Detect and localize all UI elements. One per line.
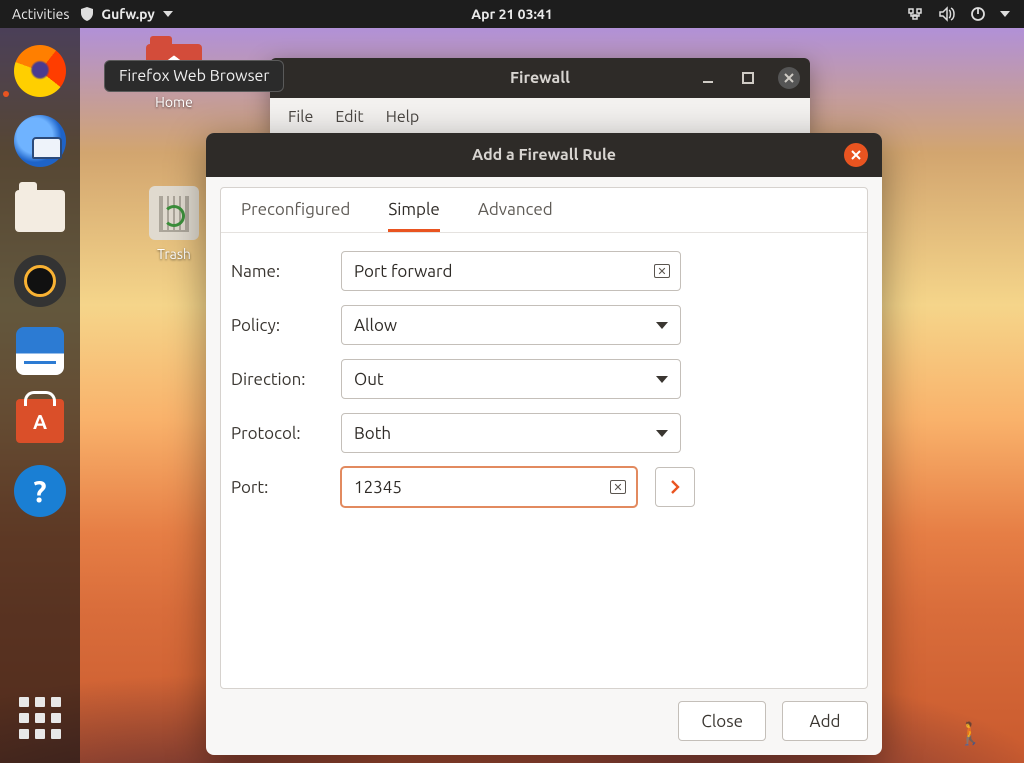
name-input[interactable]: Port forward ✕ [341, 251, 681, 291]
close-button[interactable]: Close [678, 701, 766, 741]
close-button[interactable] [778, 67, 800, 89]
caret-down-icon [163, 11, 173, 17]
shopping-bag-icon [16, 399, 64, 443]
dialog-title: Add a Firewall Rule [472, 146, 616, 164]
dock-firefox[interactable] [13, 44, 67, 98]
direction-select[interactable]: Out [341, 359, 681, 399]
label-policy: Policy: [231, 316, 323, 335]
show-applications[interactable] [13, 691, 67, 745]
tab-preconfigured[interactable]: Preconfigured [241, 200, 350, 232]
activities-button[interactable]: Activities [12, 6, 69, 22]
desktop-home-label: Home [134, 94, 214, 110]
minimize-button[interactable] [698, 68, 718, 88]
desktop-trash[interactable]: Trash [134, 186, 214, 262]
caret-down-icon [656, 376, 668, 383]
tabs: Preconfigured Simple Advanced [221, 188, 867, 233]
port-input-value: 12345 [354, 478, 402, 497]
label-protocol: Protocol: [231, 424, 323, 443]
protocol-value: Both [354, 424, 391, 443]
folder-icon [15, 190, 65, 232]
policy-value: Allow [354, 316, 397, 335]
volume-icon[interactable] [938, 6, 956, 22]
network-icon[interactable] [906, 6, 924, 22]
direction-value: Out [354, 370, 384, 389]
policy-select[interactable]: Allow [341, 305, 681, 345]
menu-help[interactable]: Help [386, 108, 420, 126]
menu-edit[interactable]: Edit [335, 108, 363, 126]
tab-advanced[interactable]: Advanced [478, 200, 553, 232]
dialog-panel: Preconfigured Simple Advanced Name: Port… [220, 187, 868, 689]
dialog-titlebar[interactable]: Add a Firewall Rule [206, 133, 882, 177]
dock-software[interactable] [13, 394, 67, 448]
firewall-titlebar[interactable]: Firewall [270, 58, 810, 98]
dock-thunderbird[interactable] [13, 114, 67, 168]
app-indicator[interactable]: Gufw.py [79, 6, 172, 22]
dock-help[interactable]: ? [13, 464, 67, 518]
dialog-footer: Close Add [206, 689, 882, 755]
protocol-select[interactable]: Both [341, 413, 681, 453]
firewall-title: Firewall [510, 69, 570, 87]
document-icon [16, 327, 64, 375]
menu-file[interactable]: File [288, 108, 313, 126]
question-icon: ? [14, 465, 66, 517]
maximize-button[interactable] [738, 68, 758, 88]
add-button[interactable]: Add [782, 701, 868, 741]
clear-name-button[interactable]: ✕ [654, 264, 670, 278]
dock-files[interactable] [13, 184, 67, 238]
tab-simple[interactable]: Simple [388, 200, 440, 232]
clock[interactable]: Apr 21 03:41 [471, 6, 552, 22]
power-icon[interactable] [970, 6, 986, 22]
close-icon [850, 149, 862, 161]
firefox-icon [14, 45, 66, 97]
chevron-right-icon [667, 479, 683, 495]
name-input-value: Port forward [354, 262, 452, 281]
dialog-close-button[interactable] [844, 143, 868, 167]
active-indicator-dot [3, 91, 9, 97]
tooltip: Firefox Web Browser [104, 60, 284, 92]
label-port: Port: [231, 478, 323, 497]
dock-libreoffice[interactable] [13, 324, 67, 378]
top-bar: Activities Gufw.py Apr 21 03:41 [0, 0, 1024, 28]
thunderbird-icon [14, 115, 66, 167]
port-next-button[interactable] [655, 467, 695, 507]
system-menu-caret-icon[interactable] [1000, 11, 1010, 17]
add-rule-dialog: Add a Firewall Rule Preconfigured Simple… [206, 133, 882, 755]
firewall-window: Firewall File Edit Help [270, 58, 810, 138]
label-name: Name: [231, 262, 323, 281]
caret-down-icon [656, 322, 668, 329]
port-input[interactable]: 12345 ✕ [341, 467, 637, 507]
trash-icon [149, 186, 199, 240]
clear-port-button[interactable]: ✕ [610, 480, 626, 494]
dock: ? [0, 28, 80, 763]
wallpaper-hiker: 🚶 [957, 721, 984, 747]
dock-rhythmbox[interactable] [13, 254, 67, 308]
speaker-icon [14, 255, 66, 307]
grid-icon [19, 697, 61, 739]
firewall-menubar: File Edit Help [270, 98, 810, 136]
shield-icon [79, 6, 95, 22]
simple-form: Name: Port forward ✕ Policy: Allow Direc… [221, 233, 867, 539]
desktop-trash-label: Trash [134, 246, 214, 262]
caret-down-icon [656, 430, 668, 437]
label-direction: Direction: [231, 370, 323, 389]
